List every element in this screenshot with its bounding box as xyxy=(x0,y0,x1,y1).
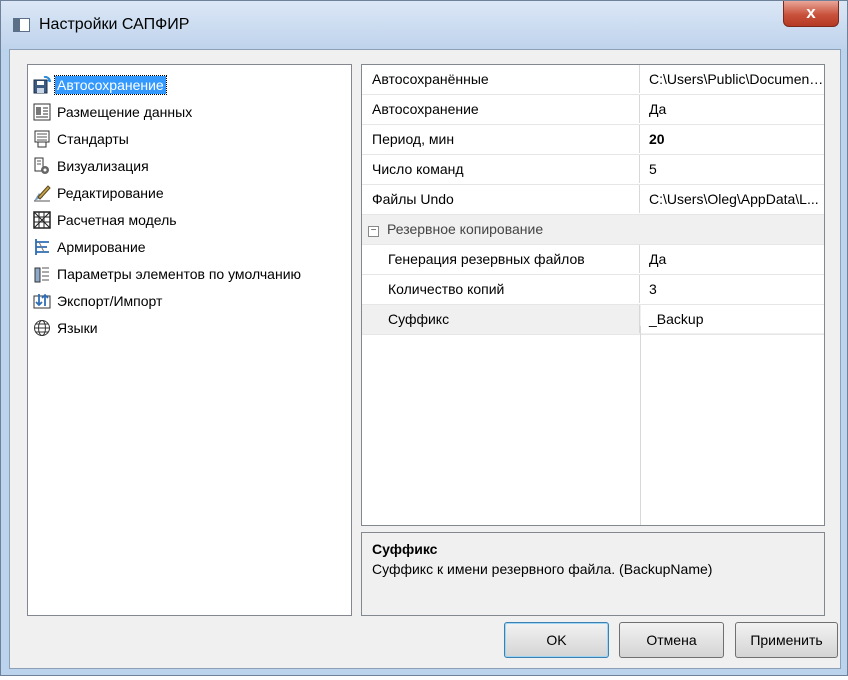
calc-model-icon xyxy=(33,210,51,229)
category-label: Резервное копирование xyxy=(387,221,544,237)
data-placement-icon xyxy=(33,103,51,121)
tree-item-label: Экспорт/Импорт xyxy=(57,292,163,309)
property-row-command-count[interactable]: Число команд 5 xyxy=(362,155,824,185)
description-text: Суффикс к имени резервного файла. (Backu… xyxy=(372,561,713,577)
export-import-icon xyxy=(33,292,51,310)
property-name: Файлы Undo xyxy=(362,185,640,213)
tree-item-visualization[interactable]: Визуализация xyxy=(28,152,351,179)
tree-item-label: Языки xyxy=(57,319,98,336)
property-value[interactable]: C:\Users\Oleg\AppData\L... xyxy=(641,185,824,213)
cancel-button[interactable]: Отмена xyxy=(619,622,724,658)
property-name: Генерация резервных файлов xyxy=(362,245,640,273)
settings-window: Настройки САПФИР x Автосохранение Размещ… xyxy=(0,0,848,676)
tree-item-label: Размещение данных xyxy=(57,103,193,120)
standards-icon xyxy=(33,130,51,148)
property-row-undo-files[interactable]: Файлы Undo C:\Users\Oleg\AppData\L... xyxy=(362,185,824,215)
settings-tree[interactable]: Автосохранение Размещение данных Стандар… xyxy=(27,64,352,616)
property-name: Автосохранение xyxy=(362,95,640,123)
column-divider xyxy=(640,326,641,525)
property-row-autosave[interactable]: Автосохранение Да xyxy=(362,95,824,125)
app-icon xyxy=(13,18,30,32)
property-row-copy-count[interactable]: Количество копий 3 xyxy=(362,275,824,305)
property-name: Количество копий xyxy=(362,275,640,303)
tree-item-autosave[interactable]: Автосохранение xyxy=(28,71,351,98)
tree-item-editing[interactable]: Редактирование xyxy=(28,179,351,206)
property-value[interactable]: Да xyxy=(641,95,824,123)
visualization-icon xyxy=(33,157,51,175)
tree-item-label: Стандарты xyxy=(57,130,129,147)
window-title: Настройки САПФИР xyxy=(39,16,190,33)
property-category-backup[interactable]: − Резервное копирование xyxy=(362,215,824,245)
property-value[interactable]: 5 xyxy=(641,155,824,183)
tree-item-default-params[interactable]: Параметры элементов по умолчанию xyxy=(28,260,351,287)
reinforcement-icon xyxy=(33,238,51,256)
property-name: Период, мин xyxy=(362,125,640,153)
globe-icon xyxy=(33,319,51,337)
dialog-body: Автосохранение Размещение данных Стандар… xyxy=(9,49,841,669)
tree-item-label: Автосохранение xyxy=(54,74,167,95)
tree-item-reinforcement[interactable]: Армирование xyxy=(28,233,351,260)
default-params-icon xyxy=(33,265,51,283)
tree-item-label: Расчетная модель xyxy=(57,211,177,228)
property-name: Автосохранённые xyxy=(362,65,640,93)
collapse-toggle-icon[interactable]: − xyxy=(368,226,379,237)
tree-item-label: Параметры элементов по умолчанию xyxy=(57,265,302,282)
property-grid[interactable]: Автосохранённые C:\Users\Public\Document… xyxy=(361,64,825,526)
tree-item-languages[interactable]: Языки xyxy=(28,314,351,341)
tree-item-standards[interactable]: Стандарты xyxy=(28,125,351,152)
property-value[interactable]: 3 xyxy=(641,275,824,303)
category-header: − Резервное копирование xyxy=(362,215,824,243)
autosave-icon xyxy=(33,75,51,94)
property-row-period[interactable]: Период, мин 20 xyxy=(362,125,824,155)
property-row-autosave-path[interactable]: Автосохранённые C:\Users\Public\Document… xyxy=(362,65,824,95)
property-value[interactable]: 20 xyxy=(641,125,824,153)
property-name: Число команд xyxy=(362,155,640,183)
tree-item-export-import[interactable]: Экспорт/Импорт xyxy=(28,287,351,314)
tree-item-label: Редактирование xyxy=(57,184,164,201)
property-value[interactable]: C:\Users\Public\Document... xyxy=(641,65,824,93)
ok-button[interactable]: OK xyxy=(504,622,609,658)
editing-icon xyxy=(33,184,51,202)
apply-button[interactable]: Применить xyxy=(735,622,838,658)
tree-item-data-placement[interactable]: Размещение данных xyxy=(28,98,351,125)
close-button[interactable]: x xyxy=(783,1,839,27)
description-title: Суффикс xyxy=(372,541,438,557)
property-value[interactable]: _Backup xyxy=(641,305,824,333)
tree-item-label: Визуализация xyxy=(57,157,149,174)
property-name: Суффикс xyxy=(362,305,640,333)
title-bar[interactable]: Настройки САПФИР x xyxy=(1,1,847,49)
property-row-suffix[interactable]: Суффикс _Backup xyxy=(362,305,824,335)
property-row-generate-backups[interactable]: Генерация резервных файлов Да xyxy=(362,245,824,275)
tree-item-label: Армирование xyxy=(57,238,146,255)
description-panel: Суффикс Суффикс к имени резервного файла… xyxy=(361,532,825,616)
tree-item-calc-model[interactable]: Расчетная модель xyxy=(28,206,351,233)
property-value[interactable]: Да xyxy=(641,245,824,273)
